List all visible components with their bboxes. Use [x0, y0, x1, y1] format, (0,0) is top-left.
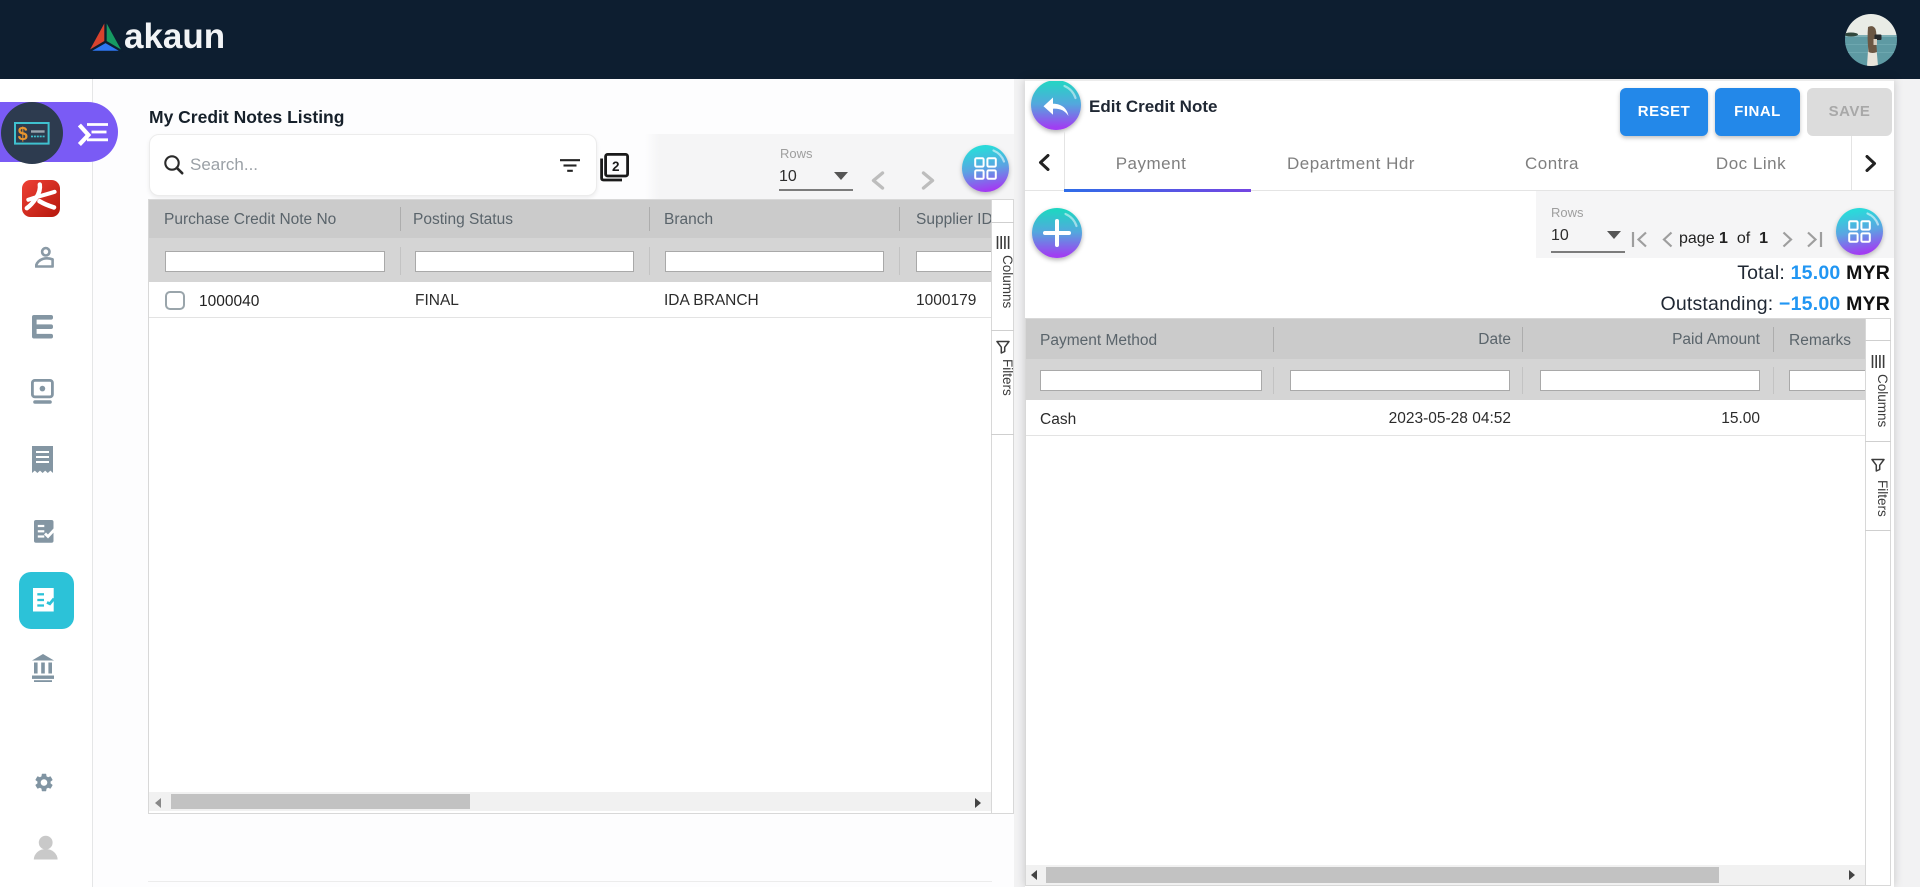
svg-text:2: 2: [612, 159, 620, 174]
svg-text:$: $: [18, 123, 28, 143]
